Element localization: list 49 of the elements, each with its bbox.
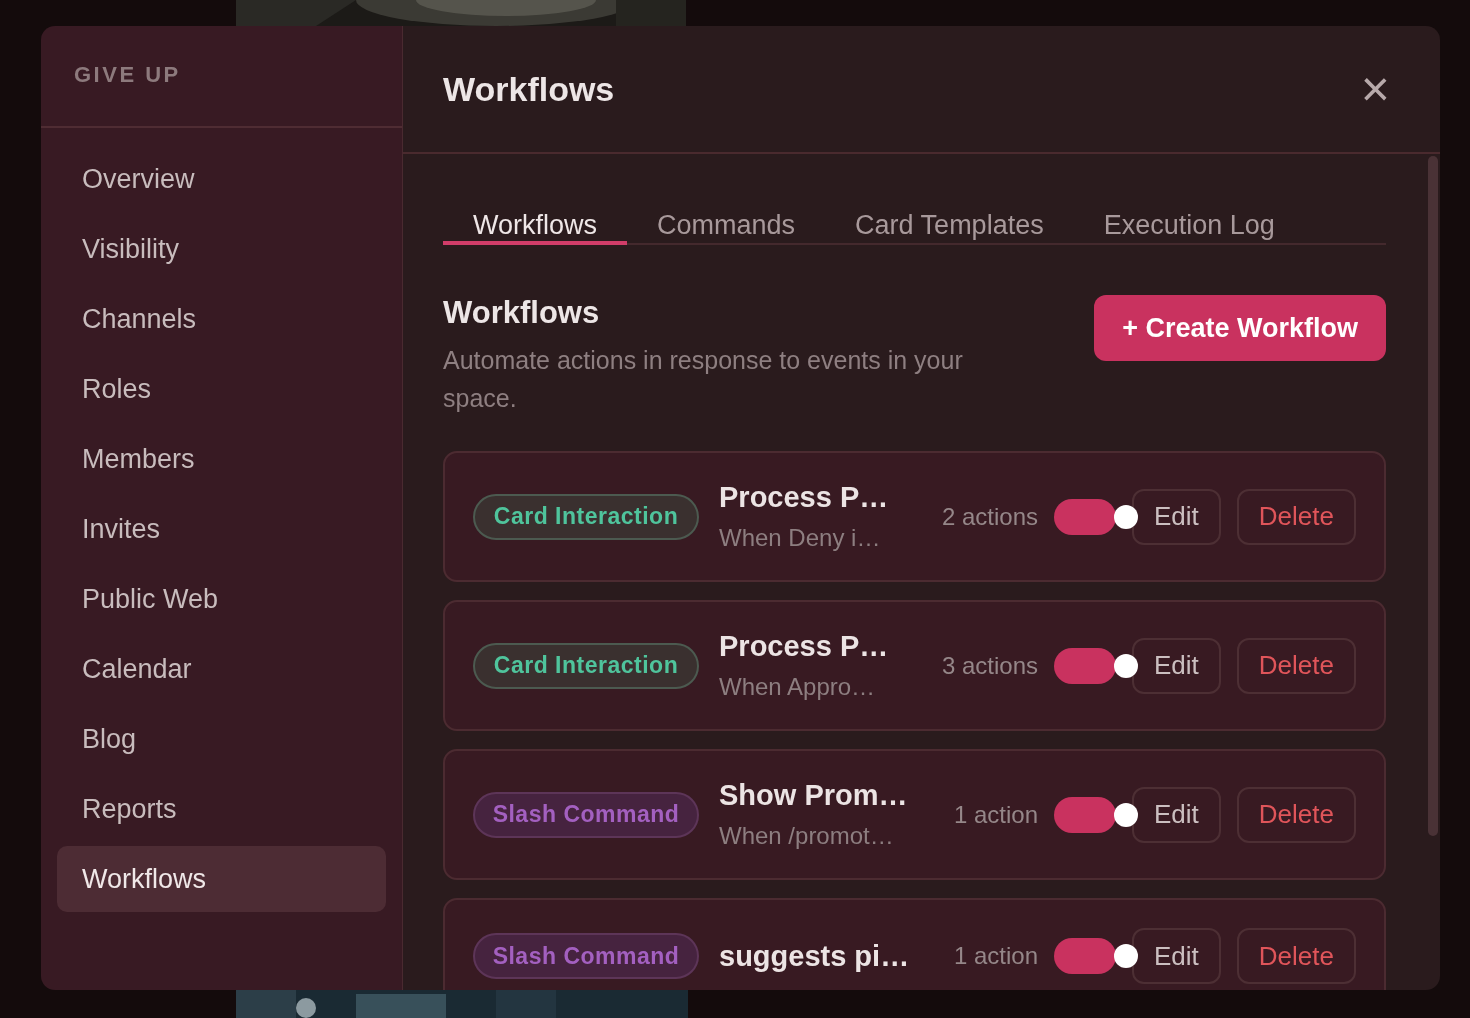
action-count: 1 action — [953, 800, 1039, 829]
action-count: 3 actions — [941, 651, 1039, 680]
workflow-name: suggests pi… — [719, 939, 911, 973]
workflow-trigger-text: When Deny i… — [719, 524, 882, 552]
sidebar-item[interactable]: Visibility — [57, 216, 386, 282]
enable-toggle[interactable] — [1054, 938, 1139, 974]
section-description: Automate actions in response to events in your space. — [443, 345, 964, 414]
workflow-trigger-text: When /promot… — [719, 822, 895, 850]
edit-button[interactable]: Edit — [1132, 928, 1221, 984]
tab[interactable]: Commands — [627, 210, 826, 245]
sidebar-item[interactable]: Channels — [57, 286, 386, 352]
sidebar-item[interactable]: Invites — [57, 496, 386, 562]
delete-button[interactable]: Delete — [1236, 488, 1356, 545]
dialog-title: Workflows — [443, 69, 615, 109]
delete-button[interactable]: Delete — [1236, 928, 1356, 984]
workflow-name: Process P… — [719, 481, 890, 514]
workflow-name: Process P… — [719, 630, 890, 663]
trigger-badge: Slash Command — [473, 791, 699, 838]
sidebar-item[interactable]: Calendar — [57, 636, 386, 702]
sidebar-item[interactable]: Workflows — [57, 846, 386, 912]
tab[interactable]: Card Templates — [825, 210, 1074, 245]
edit-button[interactable]: Edit — [1132, 637, 1221, 694]
enable-toggle[interactable] — [1054, 796, 1139, 833]
workflow-name: Show Prom… — [719, 779, 909, 812]
action-count: 1 action — [953, 942, 1039, 970]
edit-button[interactable]: Edit — [1132, 488, 1221, 545]
sidebar-item[interactable]: Roles — [57, 356, 386, 422]
trigger-badge: Card Interaction — [473, 642, 699, 689]
sidebar-item[interactable]: Reports — [57, 776, 386, 842]
tab[interactable]: Workflows — [443, 210, 628, 245]
section-title: Workflows — [443, 295, 601, 331]
enable-toggle[interactable] — [1054, 647, 1139, 684]
enable-toggle[interactable] — [1054, 498, 1139, 535]
sidebar-item[interactable]: Public Web — [57, 566, 386, 632]
create-workflow-button[interactable]: + Create Workflow — [1094, 295, 1386, 361]
workflow-trigger-text: When Appro… — [719, 673, 877, 701]
sidebar-item[interactable]: Blog — [57, 706, 386, 772]
edit-button[interactable]: Edit — [1132, 786, 1221, 843]
trigger-badge: Card Interaction — [473, 493, 699, 540]
delete-button[interactable]: Delete — [1236, 786, 1356, 843]
scrollbar[interactable] — [1428, 156, 1438, 836]
sidebar-item[interactable]: Members — [57, 426, 386, 492]
close-button[interactable]: × — [1360, 64, 1390, 114]
tab[interactable]: Execution Log — [1073, 210, 1305, 245]
sidebar-item[interactable]: Overview — [57, 146, 386, 212]
sidebar-heading: GIVE UP — [74, 62, 181, 88]
delete-button[interactable]: Delete — [1236, 637, 1356, 694]
action-count: 2 actions — [941, 502, 1039, 531]
trigger-badge: Slash Command — [473, 933, 699, 979]
